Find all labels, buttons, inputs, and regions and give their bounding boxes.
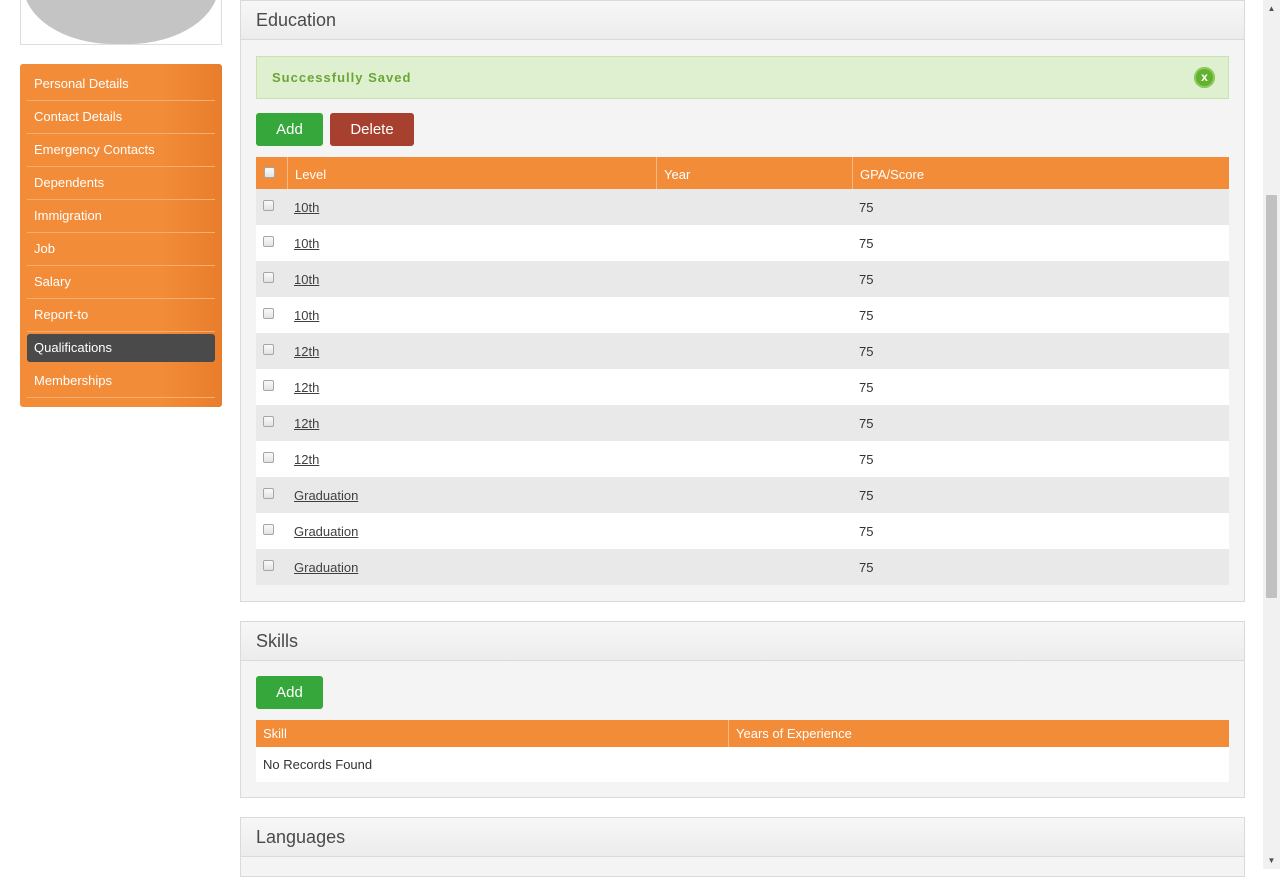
gpa-cell: 75 (859, 272, 874, 287)
table-row: 12th 75 (256, 441, 1229, 477)
row-checkbox[interactable] (263, 308, 274, 319)
table-row: 12th 75 (256, 405, 1229, 441)
table-row: 12th 75 (256, 369, 1229, 405)
add-skill-button[interactable]: Add (256, 676, 323, 709)
sidebar-item-qualifications[interactable]: Qualifications (27, 334, 215, 362)
sidebar-item-personal-details[interactable]: Personal Details (27, 68, 215, 101)
level-link[interactable]: 12th (294, 405, 319, 441)
column-skill[interactable]: Skill (256, 720, 728, 747)
education-table-body: 10th 75 10th 75 10th 75 10th 75 12th 75 12th 75 12th… (256, 189, 1229, 585)
skills-title: Skills (241, 622, 1244, 661)
success-alert: Successfully Saved x (256, 56, 1229, 99)
level-link[interactable]: 12th (294, 369, 319, 405)
arrow-up-icon[interactable]: ▲ (1263, 0, 1280, 17)
sidebar-item-report-to[interactable]: Report-to (27, 299, 215, 332)
column-years-experience[interactable]: Years of Experience (728, 720, 1229, 747)
table-row: Graduation 75 (256, 513, 1229, 549)
skills-table-header: Skill Years of Experience (256, 720, 1229, 747)
gpa-cell: 75 (859, 308, 874, 323)
column-year[interactable]: Year (656, 157, 852, 189)
row-checkbox[interactable] (263, 380, 274, 391)
level-link[interactable]: Graduation (294, 513, 358, 549)
gpa-cell: 75 (859, 488, 874, 503)
level-link[interactable]: 12th (294, 333, 319, 369)
level-link[interactable]: 10th (294, 225, 319, 261)
level-link[interactable]: 10th (294, 189, 319, 225)
employee-photo[interactable] (20, 0, 222, 45)
education-title: Education (241, 1, 1244, 40)
sidebar-item-job[interactable]: Job (27, 233, 215, 266)
row-checkbox[interactable] (263, 488, 274, 499)
row-checkbox[interactable] (263, 236, 274, 247)
row-checkbox[interactable] (263, 272, 274, 283)
table-row: 10th 75 (256, 261, 1229, 297)
delete-education-button[interactable]: Delete (330, 113, 414, 146)
row-checkbox[interactable] (263, 200, 274, 211)
gpa-cell: 75 (859, 380, 874, 395)
sidebar-item-immigration[interactable]: Immigration (27, 200, 215, 233)
sidebar-item-emergency-contacts[interactable]: Emergency Contacts (27, 134, 215, 167)
languages-panel: Languages (240, 817, 1245, 877)
row-checkbox[interactable] (263, 524, 274, 535)
alert-message: Successfully Saved (272, 70, 412, 85)
sidebar-item-salary[interactable]: Salary (27, 266, 215, 299)
gpa-cell: 75 (859, 236, 874, 251)
level-link[interactable]: 12th (294, 441, 319, 477)
row-checkbox[interactable] (263, 344, 274, 355)
skills-table: Skill Years of Experience No Records Fou… (256, 720, 1229, 782)
level-link[interactable]: Graduation (294, 549, 358, 585)
row-checkbox[interactable] (263, 416, 274, 427)
gpa-cell: 75 (859, 344, 874, 359)
level-link[interactable]: 10th (294, 261, 319, 297)
arrow-down-icon[interactable]: ▼ (1263, 852, 1280, 869)
avatar-silhouette (23, 0, 219, 44)
level-link[interactable]: 10th (294, 297, 319, 333)
table-row: Graduation 75 (256, 549, 1229, 585)
column-level[interactable]: Level (287, 157, 656, 189)
gpa-cell: 75 (859, 200, 874, 215)
scroll-thumb[interactable] (1266, 195, 1277, 598)
skills-panel: Skills Add Skill Years of Experience No … (240, 621, 1245, 798)
gpa-cell: 75 (859, 452, 874, 467)
close-icon[interactable]: x (1194, 67, 1215, 88)
select-all-checkbox[interactable] (264, 167, 275, 178)
add-education-button[interactable]: Add (256, 113, 323, 146)
education-table-header: Level Year GPA/Score (256, 157, 1229, 189)
level-link[interactable]: Graduation (294, 477, 358, 513)
table-row: 12th 75 (256, 333, 1229, 369)
table-row: 10th 75 (256, 189, 1229, 225)
gpa-cell: 75 (859, 524, 874, 539)
row-checkbox[interactable] (263, 452, 274, 463)
table-row: Graduation 75 (256, 477, 1229, 513)
education-table: Level Year GPA/Score 10th 75 10th 75 10th 75 1… (256, 157, 1229, 585)
languages-title: Languages (241, 818, 1244, 857)
sidebar-item-contact-details[interactable]: Contact Details (27, 101, 215, 134)
table-row: 10th 75 (256, 225, 1229, 261)
gpa-cell: 75 (859, 416, 874, 431)
education-panel: Education Successfully Saved x Add Delet… (240, 0, 1245, 602)
sidebar-item-dependents[interactable]: Dependents (27, 167, 215, 200)
column-gpa[interactable]: GPA/Score (852, 157, 1229, 189)
sidebar-item-memberships[interactable]: Memberships (27, 365, 215, 398)
sidebar-nav: Personal Details Contact Details Emergen… (20, 64, 222, 407)
empty-message: No Records Found (256, 747, 1229, 782)
gpa-cell: 75 (859, 560, 874, 575)
row-checkbox[interactable] (263, 560, 274, 571)
page-scrollbar[interactable]: ▲ ▼ (1263, 0, 1280, 869)
table-row: 10th 75 (256, 297, 1229, 333)
